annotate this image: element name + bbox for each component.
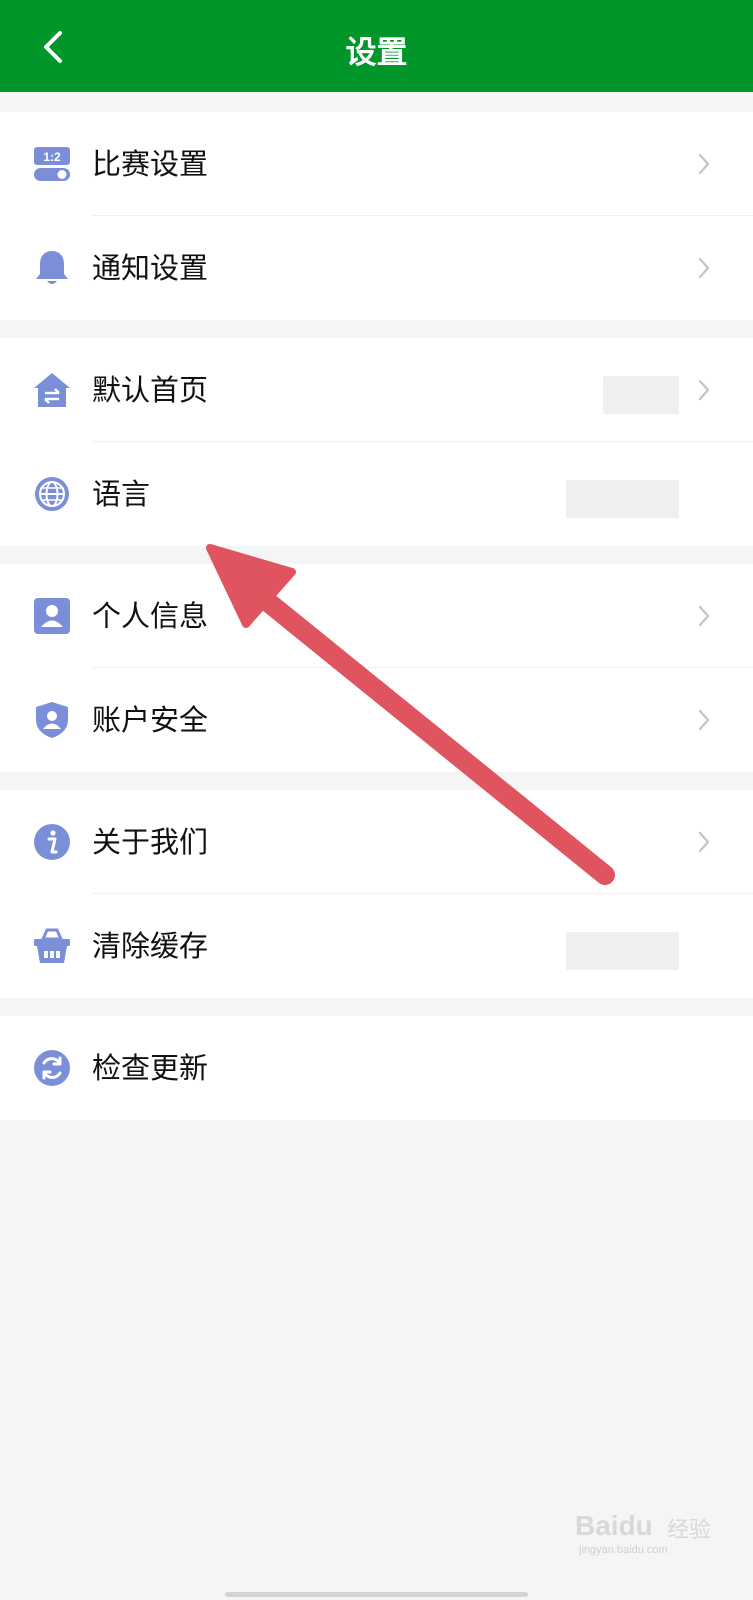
settings-item-label: 账户安全	[92, 703, 209, 737]
settings-group-game: 1:2 比赛设置 通知设置	[0, 112, 753, 320]
svg-text:1:2: 1:2	[43, 150, 61, 164]
chevron-right-icon	[698, 153, 710, 175]
blurred-value	[566, 932, 679, 970]
settings-item-default-home[interactable]: 默认首页	[0, 338, 753, 442]
settings-item-about-us[interactable]: 关于我们	[0, 790, 753, 894]
chevron-right-icon	[698, 605, 710, 627]
match-score-toggle-icon: 1:2	[34, 147, 70, 181]
settings-item-label: 比赛设置	[92, 147, 209, 181]
page-title: 设置	[345, 35, 408, 71]
watermark-brand: Baidu	[575, 1510, 653, 1541]
basket-icon	[34, 928, 70, 963]
settings-item-account-security[interactable]: 账户安全	[0, 668, 753, 772]
chevron-right-icon	[698, 257, 710, 279]
bell-icon	[36, 251, 68, 284]
blurred-value	[603, 376, 679, 414]
watermark-url: jingyan.baidu.com	[579, 1544, 668, 1556]
shield-user-icon	[36, 702, 68, 738]
settings-item-label: 语言	[92, 477, 151, 511]
settings-item-label: 通知设置	[92, 251, 209, 285]
settings-group-update: 检查更新	[0, 1016, 753, 1120]
home-indicator[interactable]	[225, 1592, 528, 1597]
settings-item-label: 个人信息	[92, 599, 209, 633]
info-icon	[34, 824, 70, 860]
user-card-icon	[34, 598, 70, 634]
settings-item-notification[interactable]: 通知设置	[0, 216, 753, 320]
blurred-value	[566, 480, 679, 518]
refresh-icon	[34, 1050, 70, 1086]
settings-item-label: 检查更新	[92, 1051, 209, 1085]
globe-icon	[35, 477, 69, 511]
chevron-right-icon	[698, 709, 710, 731]
settings-item-label: 默认首页	[92, 373, 209, 407]
settings-group-account: 个人信息 账户安全	[0, 564, 753, 772]
settings-item-label: 清除缓存	[92, 929, 209, 963]
settings-item-clear-cache[interactable]: 清除缓存	[0, 894, 753, 998]
watermark: Baidu 经验 jingyan.baidu.com	[575, 1500, 735, 1570]
chevron-right-icon	[698, 831, 710, 853]
settings-group-about: 关于我们 清除缓存	[0, 790, 753, 998]
app-header: 设置	[0, 0, 753, 92]
watermark-brand-cn: 经验	[667, 1518, 712, 1543]
settings-item-profile[interactable]: 个人信息	[0, 564, 753, 668]
settings-group-display: 默认首页 语言	[0, 338, 753, 546]
settings-item-check-update[interactable]: 检查更新	[0, 1016, 753, 1120]
home-switch-icon	[34, 373, 70, 407]
settings-item-match[interactable]: 1:2 比赛设置	[0, 112, 753, 216]
chevron-right-icon	[698, 379, 710, 401]
settings-item-label: 关于我们	[92, 825, 209, 859]
settings-item-language[interactable]: 语言	[0, 442, 753, 546]
